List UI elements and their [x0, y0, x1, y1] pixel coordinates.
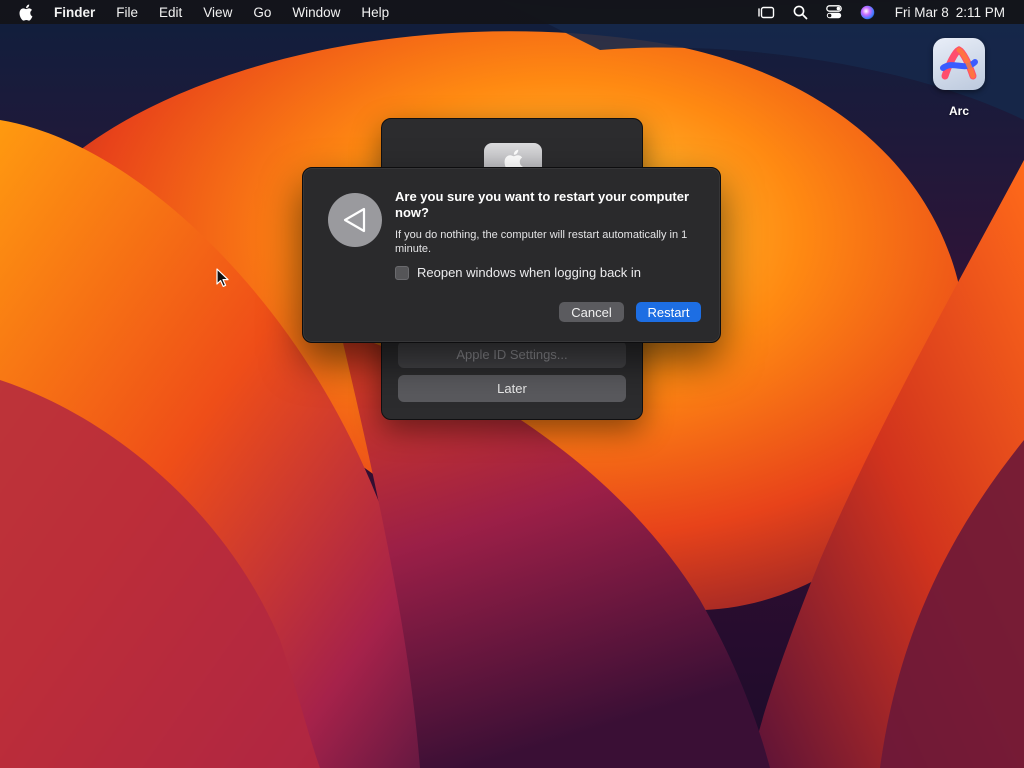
reopen-windows-label: Reopen windows when logging back in: [417, 265, 642, 280]
apple-logo-icon[interactable]: [18, 3, 34, 21]
later-button[interactable]: Later: [398, 375, 626, 402]
menu-bar: Finder File Edit View Go Window Help Fri…: [0, 0, 1024, 24]
menu-window[interactable]: Window: [292, 5, 340, 20]
restart-triangle-icon: [328, 193, 382, 247]
cancel-button[interactable]: Cancel: [559, 302, 624, 322]
arc-browser-icon: [933, 38, 985, 90]
menu-time: 2:11 PM: [955, 4, 1005, 20]
desktop-icon-arc[interactable]: Arc: [927, 38, 991, 118]
reopen-windows-option[interactable]: Reopen windows when logging back in: [395, 265, 641, 280]
stage-manager-icon[interactable]: [757, 5, 775, 19]
dialog-message: If you do nothing, the computer will res…: [395, 229, 688, 255]
search-icon[interactable]: [793, 5, 808, 20]
menu-file[interactable]: File: [116, 5, 138, 20]
control-center-icon[interactable]: [825, 5, 842, 19]
dialog-title: Are you sure you want to restart your co…: [395, 189, 690, 220]
reopen-windows-checkbox[interactable]: [395, 265, 409, 280]
menu-edit[interactable]: Edit: [159, 5, 182, 20]
mouse-pointer-icon: [216, 268, 229, 287]
restart-dialog: Are you sure you want to restart your co…: [302, 167, 721, 343]
menu-date: Fri Mar 8: [894, 4, 949, 20]
desktop-icon-label: Arc: [948, 104, 969, 118]
menu-clock[interactable]: Fri Mar 8 2:11 PM: [895, 5, 1005, 20]
menu-app-finder[interactable]: Finder: [54, 5, 95, 20]
menu-go[interactable]: Go: [253, 5, 271, 20]
apple-id-settings-button[interactable]: Apple ID Settings...: [398, 341, 626, 368]
menu-help[interactable]: Help: [361, 5, 389, 20]
menu-view[interactable]: View: [203, 5, 232, 20]
siri-icon[interactable]: [860, 5, 875, 20]
restart-button[interactable]: Restart: [636, 302, 701, 322]
